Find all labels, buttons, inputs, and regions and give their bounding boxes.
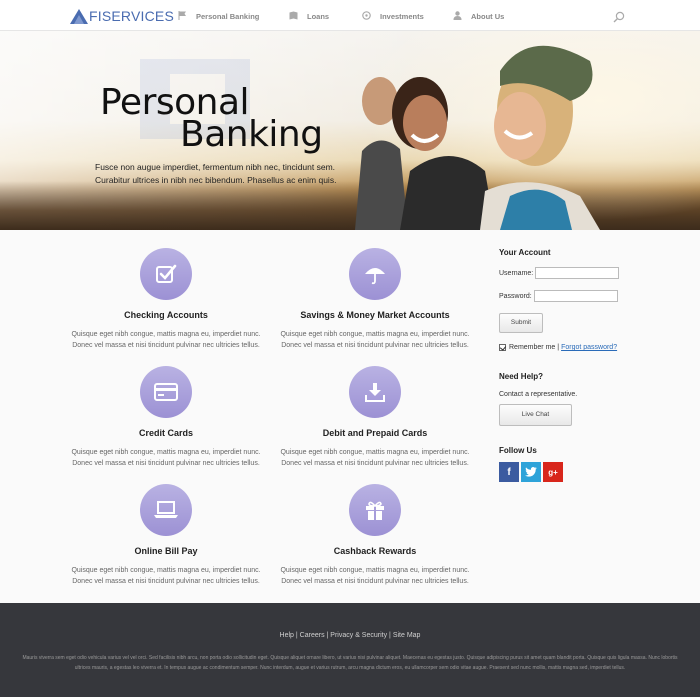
google-plus-icon[interactable]: g+	[543, 462, 563, 482]
password-input[interactable]	[533, 290, 618, 302]
service-title: Credit Cards	[138, 428, 193, 438]
logo-text: FISERVICES	[89, 8, 174, 24]
footer-link-help[interactable]: Help	[280, 632, 294, 639]
service-description: Quisque eget nibh congue, mattis magna e…	[71, 331, 261, 349]
main-content: Checking Accounts Quisque eget nibh cong…	[0, 230, 700, 603]
service-title: Checking Accounts	[124, 310, 208, 320]
service-card-debit[interactable]: Debit and Prepaid Cards Quisque eget nib…	[275, 366, 475, 469]
nav-label: Personal Banking	[196, 11, 260, 21]
service-icon-circle	[349, 248, 401, 300]
service-icon-circle	[349, 366, 401, 418]
help-text: Contact a representative.	[499, 391, 578, 398]
service-card-savings[interactable]: Savings & Money Market Accounts Quisque …	[275, 248, 475, 351]
remember-label: Remember me |	[509, 344, 560, 351]
credit-card-icon	[154, 383, 178, 401]
service-icon-circle	[140, 366, 192, 418]
download-tray-icon	[365, 383, 385, 402]
remember-checkbox[interactable]	[499, 344, 506, 351]
service-card-billpay[interactable]: Online Bill Pay Quisque eget nibh congue…	[66, 484, 266, 587]
password-row: Password:	[499, 290, 649, 302]
nav-investments[interactable]: Investments	[362, 10, 424, 22]
footer-link-privacy[interactable]: Privacy & Security	[330, 632, 387, 639]
nav-label: About Us	[471, 11, 505, 21]
top-navigation: FISERVICES Personal Banking Loans Invest…	[0, 0, 700, 31]
globe-icon	[362, 10, 371, 22]
service-description: Quisque eget nibh congue, mattis magna e…	[71, 449, 261, 467]
nav-about-us[interactable]: About Us	[453, 10, 504, 22]
service-description: Quisque eget nibh congue, mattis magna e…	[71, 567, 261, 585]
footer-text: Mauris viverra sem eget odio vehicula va…	[22, 655, 678, 671]
laptop-icon	[154, 501, 178, 518]
nav-loans[interactable]: Loans	[289, 10, 329, 22]
help-heading: Need Help?	[499, 372, 544, 381]
service-description: Quisque eget nibh congue, mattis magna e…	[280, 567, 470, 585]
flag-icon	[178, 10, 187, 22]
service-title: Cashback Rewards	[333, 546, 417, 556]
service-description: Quisque eget nibh congue, mattis magna e…	[280, 331, 470, 349]
hero-photo-people	[300, 31, 700, 230]
hero-banner: Personal Banking Fusce non augue imperdi…	[0, 31, 700, 230]
live-chat-button[interactable]: Live Chat	[499, 404, 572, 426]
book-icon	[289, 11, 298, 22]
gift-icon	[366, 501, 384, 520]
service-icon-circle	[140, 248, 192, 300]
service-title: Online Bill Pay	[134, 546, 198, 556]
twitter-icon[interactable]	[521, 462, 541, 482]
footer-links: Help | Careers | Privacy & Security | Si…	[0, 632, 700, 639]
service-title: Debit and Prepaid Cards	[322, 428, 428, 438]
nav-label: Loans	[307, 11, 330, 21]
password-label: Password:	[499, 292, 532, 300]
facebook-icon[interactable]: f	[499, 462, 519, 482]
remember-row: Remember me | Forgot password?	[499, 344, 649, 351]
search-icon[interactable]	[613, 10, 625, 23]
nav-label: Investments	[380, 11, 424, 21]
username-label: Username:	[499, 269, 534, 277]
service-icon-circle	[349, 484, 401, 536]
username-row: Username:	[499, 267, 649, 279]
hero-title-line2: Banking	[180, 114, 323, 155]
hero-subtitle: Fusce non augue imperdiet, fermentum nib…	[95, 162, 337, 185]
nav-personal-banking[interactable]: Personal Banking	[178, 10, 259, 22]
forgot-password-link[interactable]: Forgot password?	[561, 344, 617, 351]
footer: Help | Careers | Privacy & Security | Si…	[0, 603, 700, 697]
footer-link-sitemap[interactable]: Site Map	[393, 632, 421, 639]
service-card-credit[interactable]: Credit Cards Quisque eget nibh congue, m…	[66, 366, 266, 469]
service-card-checking[interactable]: Checking Accounts Quisque eget nibh cong…	[66, 248, 266, 351]
service-title: Savings & Money Market Accounts	[300, 310, 450, 320]
footer-link-careers[interactable]: Careers	[300, 632, 325, 639]
submit-button[interactable]: Submit	[499, 313, 543, 333]
username-input[interactable]	[535, 267, 620, 279]
social-links: f g+	[499, 462, 649, 482]
checkbox-icon	[156, 264, 177, 283]
sidebar: Your Account Username: Password: Submit …	[499, 248, 649, 482]
service-description: Quisque eget nibh congue, mattis magna e…	[280, 449, 470, 467]
account-heading: Your Account	[499, 248, 551, 257]
service-card-cashback[interactable]: Cashback Rewards Quisque eget nibh congu…	[275, 484, 475, 587]
service-icon-circle	[140, 484, 192, 536]
logo[interactable]: FISERVICES	[70, 7, 174, 25]
follow-heading: Follow Us	[499, 446, 537, 455]
person-icon	[453, 10, 462, 22]
logo-mark-icon	[70, 8, 88, 24]
umbrella-icon	[365, 268, 385, 285]
